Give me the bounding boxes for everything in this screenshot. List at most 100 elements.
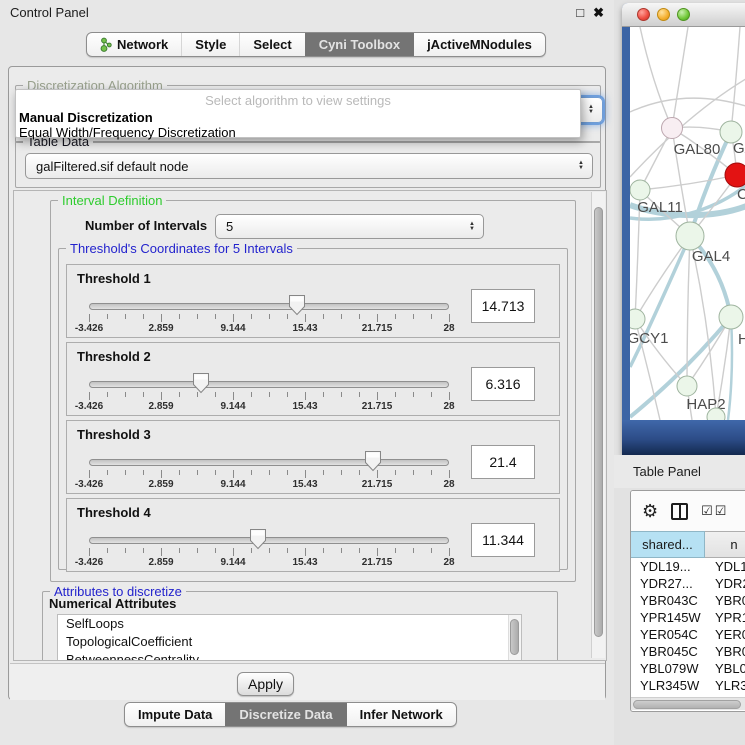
slider-tick (143, 548, 144, 553)
slider-tick-label: -3.426 (75, 323, 103, 334)
threshold-slider-track[interactable] (89, 537, 449, 544)
threshold-slider-thumb[interactable] (364, 450, 382, 472)
table-rows: YDL19...YDL1YDR27...YDR2YBR043CYBR0YPR14… (631, 558, 745, 711)
split-columns-icon[interactable] (671, 503, 688, 520)
threshold-slider-thumb[interactable] (249, 528, 267, 550)
slider-tick (431, 548, 432, 553)
threshold-value-field[interactable]: 14.713 (471, 289, 535, 323)
float-window-icon[interactable]: □ (576, 4, 584, 22)
slider-tick (377, 314, 378, 322)
slider-tick (233, 392, 234, 400)
table-row[interactable]: YDR27...YDR2 (631, 575, 745, 592)
table-row[interactable]: YBR043CYBR0 (631, 592, 745, 609)
threshold-value-field[interactable]: 21.4 (471, 445, 535, 479)
numerical-attributes-list[interactable]: SelfLoopsTopologicalCoefficientBetweenne… (57, 614, 522, 660)
threshold-slider-thumb[interactable] (192, 372, 210, 394)
slider-tick (179, 470, 180, 475)
slider-tick (431, 314, 432, 319)
tab-label: Discretize Data (239, 707, 332, 722)
combo-arrows-icon: ▲▼ (588, 105, 594, 115)
slider-tick (269, 470, 270, 475)
tab-network[interactable]: Network (87, 33, 181, 56)
network-node-label: GCY1 (630, 330, 668, 347)
slider-tick-label: 21.715 (362, 401, 393, 412)
attributes-scrollbar-thumb[interactable] (510, 619, 519, 655)
slider-tick-label: 15.43 (292, 557, 317, 568)
network-node-gcy1[interactable] (630, 309, 645, 329)
table-row[interactable]: YBR045CYBR0 (631, 643, 745, 660)
slider-tick (341, 314, 342, 319)
tab-label: Network (117, 37, 168, 52)
table-panel-box: ⚙ ☑ ☑ shared...n YDL19...YDL1YDR27...YDR… (630, 490, 745, 712)
checkbox-icon[interactable]: ☑ (715, 503, 727, 519)
tab-label: Style (195, 37, 226, 52)
network-node-h[interactable] (719, 305, 743, 329)
slider-tick-label: 15.43 (292, 323, 317, 334)
threshold-value-field[interactable]: 6.316 (471, 367, 535, 401)
slider-tick-label: -3.426 (75, 479, 103, 490)
slider-tick-label: 2.859 (148, 479, 173, 490)
slider-tick (197, 470, 198, 475)
bottom-tab-infer-network[interactable]: Infer Network (346, 703, 456, 726)
slider-tick (89, 470, 90, 478)
slider-tick-label: 2.859 (148, 401, 173, 412)
slider-tick (197, 548, 198, 553)
threshold-slider-track[interactable] (89, 381, 449, 388)
attribute-item-topologicalcoefficient[interactable]: TopologicalCoefficient (58, 633, 521, 651)
slider-tick (107, 314, 108, 319)
gear-icon[interactable]: ⚙ (642, 502, 658, 520)
bottom-tab-bar: Impute Data Discretize Data Infer Network (124, 702, 457, 727)
slider-tick (161, 470, 162, 478)
close-window-icon[interactable]: ✖ (593, 4, 604, 22)
network-node-gal80[interactable] (662, 118, 683, 139)
minimize-traffic-light-icon[interactable] (657, 8, 670, 21)
attribute-item-betweennesscentrality[interactable]: BetweennessCentrality (58, 651, 521, 660)
thresholds-group-title: Threshold's Coordinates for 5 Intervals (66, 241, 297, 256)
zoom-traffic-light-icon[interactable] (677, 8, 690, 21)
table-row[interactable]: YBL079WYBL0 (631, 660, 745, 677)
bottom-tab-impute-data[interactable]: Impute Data (125, 703, 225, 726)
bottom-tab-discretize-data[interactable]: Discretize Data (225, 703, 345, 726)
network-node-label: GAL4 (692, 248, 730, 265)
table-row[interactable]: YLR345WYLR3 (631, 677, 745, 694)
tab-jactivemnodules[interactable]: jActiveMNodules (413, 33, 545, 56)
network-node-gal11[interactable] (630, 180, 650, 200)
number-of-intervals-combobox[interactable]: 5 ▲▼ (215, 214, 484, 239)
slider-tick (323, 392, 324, 397)
checkbox-icon[interactable]: ☑ (701, 503, 713, 519)
network-canvas[interactable]: GAL80GACGAL11GAL4GCY1HHAP2 (630, 27, 745, 420)
table-row[interactable]: YDL19...YDL1 (631, 558, 745, 575)
threshold-slider-thumb[interactable] (288, 294, 306, 316)
threshold-panel-1: Threshold 1-3.4262.8599.14415.4321.71528… (66, 264, 560, 338)
threshold-panel-3: Threshold 3-3.4262.8599.14415.4321.71528… (66, 420, 560, 494)
vertical-scrollbar-thumb[interactable] (594, 207, 603, 637)
slider-tick-label: 28 (443, 323, 454, 334)
network-node-gal4[interactable] (676, 222, 704, 250)
column-header-n[interactable]: n (705, 531, 745, 558)
algorithm-option-manual-discretization[interactable]: Manual Discretization (19, 110, 572, 125)
table-row[interactable]: YER054CYER0 (631, 626, 745, 643)
close-traffic-light-icon[interactable] (637, 8, 650, 21)
slider-tick (251, 470, 252, 475)
vertical-scrollbar[interactable] (591, 192, 605, 658)
threshold-slider-track[interactable] (89, 459, 449, 466)
tab-select[interactable]: Select (239, 33, 304, 56)
table-column-headers: shared...n (631, 531, 745, 558)
threshold-value-field[interactable]: 11.344 (471, 523, 535, 557)
column-header-shared[interactable]: shared... (631, 531, 705, 558)
attributes-list-scrollbar[interactable] (508, 615, 521, 660)
slider-tick (305, 470, 306, 478)
network-node-label: C (737, 186, 745, 203)
algorithm-option-equal-width-frequency-discretization[interactable]: Equal Width/Frequency Discretization (19, 125, 572, 140)
threshold-slider-track[interactable] (89, 303, 449, 310)
attribute-item-selfloops[interactable]: SelfLoops (58, 615, 521, 633)
tab-style[interactable]: Style (181, 33, 239, 56)
apply-button[interactable]: Apply (237, 672, 294, 696)
horizontal-scrollbar[interactable] (631, 697, 745, 710)
network-node-c[interactable] (725, 163, 745, 187)
tab-cyni-toolbox[interactable]: Cyni Toolbox (305, 33, 413, 56)
horizontal-scrollbar-thumb[interactable] (633, 700, 741, 709)
network-node-hap2[interactable] (677, 376, 697, 396)
table-row[interactable]: YPR145WYPR1 (631, 609, 745, 626)
table-data-combobox[interactable]: galFiltered.sif default node ▲▼ (25, 153, 593, 179)
